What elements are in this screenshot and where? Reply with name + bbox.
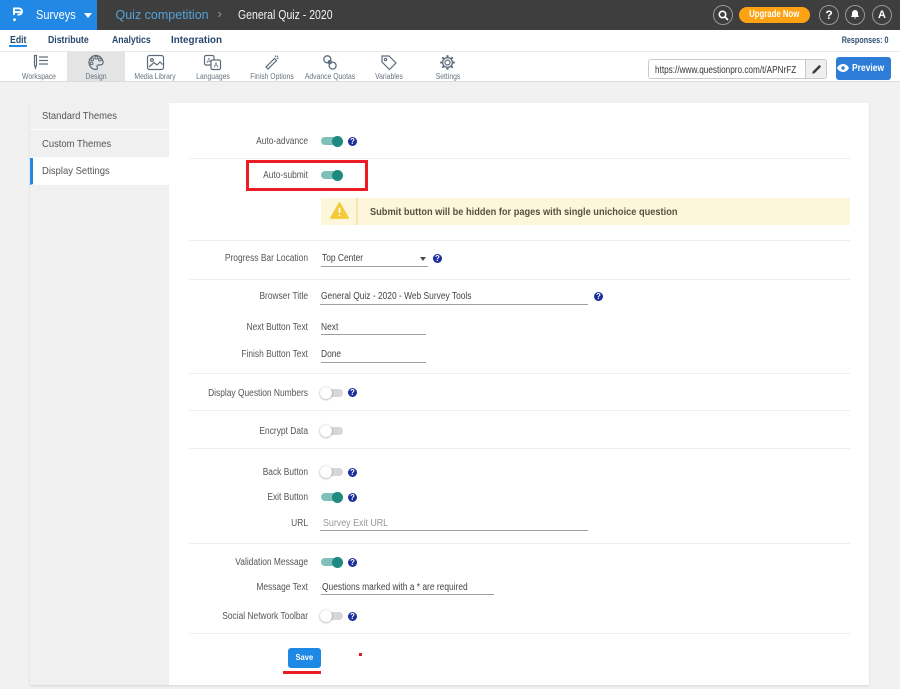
svg-text:A: A bbox=[214, 63, 219, 70]
svg-text:A: A bbox=[207, 58, 212, 65]
